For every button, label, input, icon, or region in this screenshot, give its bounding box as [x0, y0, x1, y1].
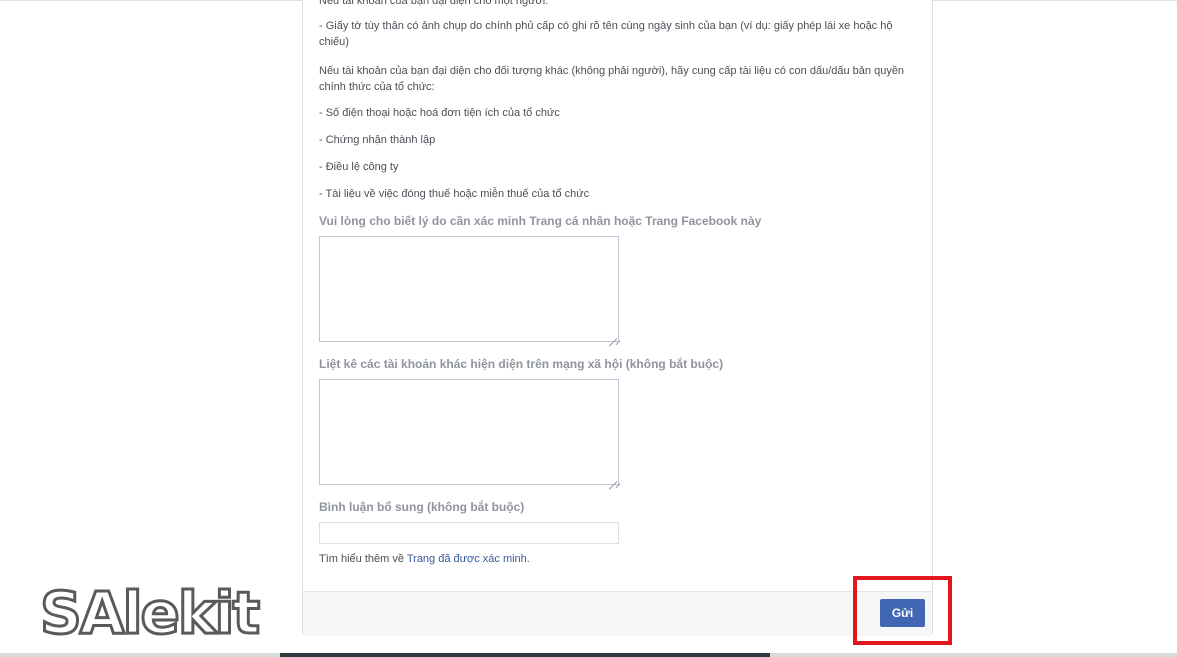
watermark-logo: SAlekit	[38, 579, 261, 648]
phone-bill-item: - Số điện thoại hoặc hoá đơn tiện ích củ…	[319, 107, 560, 119]
comment-label: Bình luận bổ sung (không bắt buộc)	[319, 500, 525, 514]
bottom-edge	[770, 653, 1177, 657]
learn-more-text: Tìm hiểu thêm về Trang đã được xác minh.	[319, 553, 530, 565]
highlight-box	[853, 576, 952, 645]
tax-document-item: - Tài liệu về việc đóng thuế hoặc miễn t…	[319, 188, 590, 200]
other-accounts-label: Liệt kê các tài khoản khác hiện diện trê…	[319, 357, 724, 371]
id-document-item: - Giấy tờ tùy thân có ảnh chụp do chính …	[319, 20, 893, 48]
resize-handle-icon[interactable]	[608, 331, 617, 340]
clipped-text-line: Nếu tài khoản của bạn đại diện cho một n…	[319, 0, 549, 7]
organization-intro: Nếu tài khoản của bạn đại diện cho đối t…	[319, 65, 905, 93]
bottom-edge-dark	[280, 653, 770, 657]
verified-pages-link[interactable]: Trang đã được xác minh	[407, 553, 527, 565]
other-accounts-textarea[interactable]	[319, 379, 619, 485]
resize-handle-icon[interactable]	[608, 474, 617, 483]
reason-textarea[interactable]	[319, 236, 619, 342]
verification-form-card: Nếu tài khoản của bạn đại diện cho một n…	[302, 0, 933, 636]
form-footer	[303, 591, 932, 636]
certificate-item: - Chứng nhận thành lập	[319, 134, 436, 146]
learn-more-suffix: .	[526, 553, 530, 565]
reason-label: Vui lòng cho biết lý do cần xác minh Tra…	[319, 214, 762, 228]
learn-more-prefix: Tìm hiểu thêm về	[319, 553, 407, 565]
bottom-edge	[0, 653, 280, 657]
charter-item: - Điều lệ công ty	[319, 161, 399, 173]
comment-input[interactable]	[319, 522, 619, 544]
